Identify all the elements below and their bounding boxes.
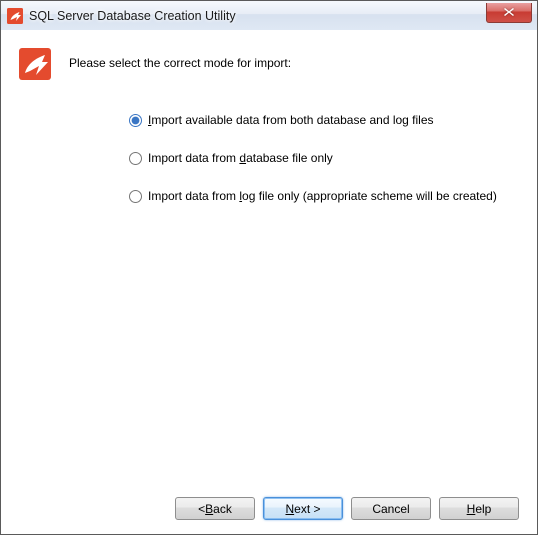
back-button[interactable]: < Back: [175, 497, 255, 520]
import-mode-options: Import available data from both database…: [129, 113, 519, 203]
wizard-content: Please select the correct mode for impor…: [1, 30, 537, 534]
radio-both[interactable]: [129, 114, 142, 127]
radio-log[interactable]: [129, 190, 142, 203]
window-title: SQL Server Database Creation Utility: [29, 9, 486, 23]
close-button[interactable]: [486, 3, 532, 23]
option-label: Import available data from both database…: [148, 113, 434, 127]
title-bar: SQL Server Database Creation Utility: [1, 1, 537, 31]
option-label: Import data from log file only (appropri…: [148, 189, 497, 203]
help-button[interactable]: Help: [439, 497, 519, 520]
option-database-only[interactable]: Import data from database file only: [129, 151, 519, 165]
option-both-files[interactable]: Import available data from both database…: [129, 113, 519, 127]
option-log-only[interactable]: Import data from log file only (appropri…: [129, 189, 519, 203]
app-logo-icon: [19, 48, 51, 83]
wizard-button-row: < Back Next > Cancel Help: [19, 491, 519, 520]
close-icon: [503, 7, 515, 17]
next-button[interactable]: Next >: [263, 497, 343, 520]
header-row: Please select the correct mode for impor…: [19, 48, 519, 83]
cancel-button[interactable]: Cancel: [351, 497, 431, 520]
app-icon: [7, 8, 23, 24]
radio-database[interactable]: [129, 152, 142, 165]
instruction-text: Please select the correct mode for impor…: [69, 56, 291, 70]
option-label: Import data from database file only: [148, 151, 333, 165]
